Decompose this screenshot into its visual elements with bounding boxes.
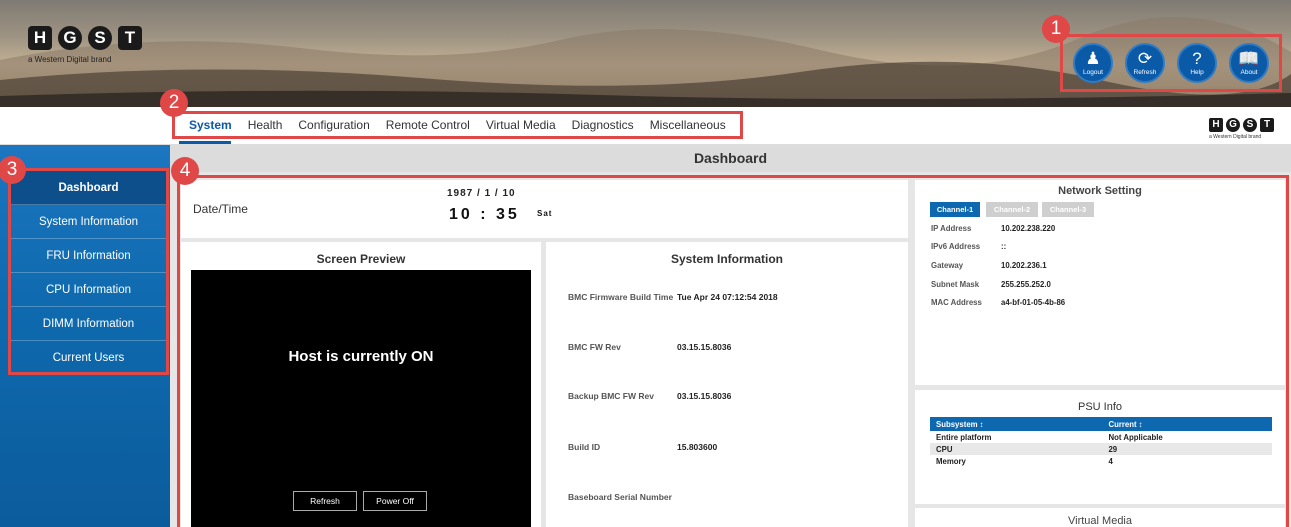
logo-letter-s: S bbox=[88, 26, 112, 50]
tab-configuration[interactable]: Configuration bbox=[298, 118, 369, 132]
about-button[interactable]: 📖 About bbox=[1229, 43, 1269, 83]
tab-health[interactable]: Health bbox=[248, 118, 283, 132]
about-label: About bbox=[1240, 69, 1258, 76]
logo-tagline: a Western Digital brand bbox=[28, 55, 112, 64]
tab-virtual-media[interactable]: Virtual Media bbox=[486, 118, 556, 132]
logo-small-letter-h: H bbox=[1209, 118, 1223, 132]
refresh-label: Refresh bbox=[1133, 69, 1157, 76]
page-title: Dashboard bbox=[170, 145, 1291, 172]
logo-letter-h: H bbox=[28, 26, 52, 50]
logout-icon: ♟ bbox=[1085, 49, 1101, 68]
top-nav-tabs: System Health Configuration Remote Contr… bbox=[172, 111, 743, 139]
help-icon: ? bbox=[1192, 49, 1202, 68]
active-tab-underline bbox=[179, 141, 231, 144]
hgst-logo-small: H G S T bbox=[1209, 118, 1274, 132]
logo-letter-g: G bbox=[58, 26, 82, 50]
logo-small-tagline: a Western Digital brand bbox=[1209, 134, 1262, 140]
sidebar-annotation-box bbox=[8, 168, 169, 375]
tab-diagnostics[interactable]: Diagnostics bbox=[572, 118, 634, 132]
header-actions: ♟ Logout ⟳ Refresh ? Help 📖 About bbox=[1060, 34, 1282, 92]
refresh-button[interactable]: ⟳ Refresh bbox=[1125, 43, 1165, 83]
annotation-marker-1: 1 bbox=[1042, 15, 1070, 43]
main-annotation-box bbox=[177, 175, 1289, 527]
logo-letter-t: T bbox=[118, 26, 142, 50]
annotation-marker-4: 4 bbox=[171, 157, 199, 185]
logo-small-letter-g: G bbox=[1226, 118, 1240, 132]
hgst-logo: H G S T bbox=[28, 26, 142, 50]
tab-miscellaneous[interactable]: Miscellaneous bbox=[650, 118, 726, 132]
logout-label: Logout bbox=[1083, 69, 1103, 76]
refresh-icon: ⟳ bbox=[1137, 49, 1153, 68]
logo-small-letter-s: S bbox=[1243, 118, 1257, 132]
logout-button[interactable]: ♟ Logout bbox=[1073, 43, 1113, 83]
annotation-marker-2: 2 bbox=[160, 89, 188, 117]
help-button[interactable]: ? Help bbox=[1177, 43, 1217, 83]
help-label: Help bbox=[1190, 69, 1204, 76]
about-book-icon: 📖 bbox=[1238, 49, 1260, 68]
tab-system[interactable]: System bbox=[189, 118, 232, 132]
logo-small-letter-t: T bbox=[1260, 118, 1274, 132]
tab-remote-control[interactable]: Remote Control bbox=[386, 118, 470, 132]
